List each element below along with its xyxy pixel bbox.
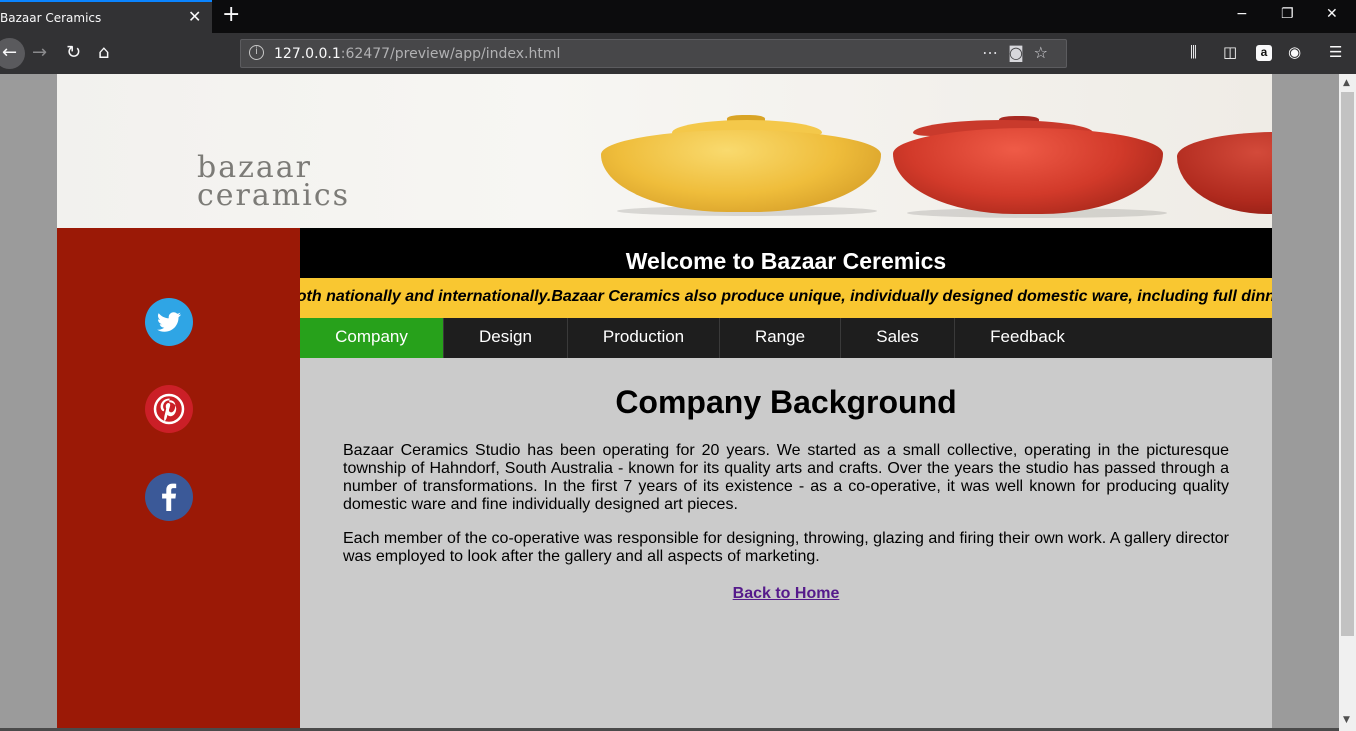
main-menu: Company Design Production Range Sales Fe… (300, 318, 1272, 358)
url-text: 127.0.0.1:62477/preview/app/index.html (274, 46, 561, 62)
vertical-scrollbar[interactable]: ▲ ▼ (1339, 74, 1356, 731)
sidebar-icon[interactable]: ◫ (1223, 43, 1237, 61)
social-sidebar (57, 228, 300, 731)
twitter-icon[interactable] (145, 298, 193, 346)
menu-item-feedback[interactable]: Feedback (955, 318, 1100, 358)
back-icon[interactable]: ← (0, 38, 25, 69)
menu-item-production[interactable]: Production (568, 318, 720, 358)
web-page: bazaar ceramics Welcome to Bazaar Ceremi… (57, 74, 1272, 731)
brand-logo: bazaar ceramics (197, 150, 351, 213)
restore-button[interactable]: ❐ (1281, 6, 1294, 22)
content-paragraph: Bazaar Ceramics Studio has been operatin… (343, 442, 1229, 513)
reload-icon[interactable]: ↻ (66, 42, 81, 64)
main-content: Company Background Bazaar Ceramics Studi… (300, 358, 1272, 731)
menu-item-range[interactable]: Range (720, 318, 841, 358)
facebook-icon[interactable] (145, 473, 193, 521)
window-close-button[interactable]: ✕ (1326, 6, 1338, 22)
menu-item-company[interactable]: Company (300, 318, 444, 358)
new-tab-button[interactable]: + (222, 2, 240, 27)
account-icon[interactable]: ◉ (1288, 43, 1301, 61)
minimize-button[interactable]: − (1236, 6, 1248, 22)
url-bar[interactable]: i 127.0.0.1:62477/preview/app/index.html… (240, 39, 1067, 68)
menu-item-design[interactable]: Design (444, 318, 568, 358)
amazon-icon[interactable]: a (1256, 45, 1272, 61)
marquee-text: both nationally and internationally.Baza… (300, 288, 1272, 305)
back-to-home-link[interactable]: Back to Home (300, 585, 1272, 603)
menu-icon[interactable]: ☰ (1329, 43, 1342, 61)
menu-item-sales[interactable]: Sales (841, 318, 955, 358)
browser-tab[interactable]: Bazaar Ceramics ✕ (0, 0, 212, 33)
bookmark-star-icon[interactable]: ☆ (1034, 43, 1058, 62)
library-icon[interactable]: ⫼ (1190, 43, 1197, 61)
scrollbar-thumb[interactable] (1341, 92, 1354, 636)
tab-title: Bazaar Ceramics (0, 11, 102, 25)
browser-tab-bar: Bazaar Ceramics ✕ + − ❐ ✕ (0, 0, 1356, 33)
welcome-heading: Welcome to Bazaar Ceremics (300, 228, 1272, 278)
page-actions-icon[interactable]: ⋯ (982, 43, 1008, 62)
scroll-down-icon[interactable]: ▼ (1343, 715, 1350, 725)
pocket-icon[interactable]: ◙ (1008, 43, 1034, 62)
page-title: Company Background (615, 384, 957, 420)
tab-close-icon[interactable]: ✕ (188, 7, 201, 26)
home-icon[interactable]: ⌂ (98, 42, 109, 64)
forward-icon[interactable]: → (32, 42, 47, 64)
info-icon[interactable]: i (249, 45, 264, 60)
scroll-up-icon[interactable]: ▲ (1343, 78, 1350, 88)
content-paragraph: Each member of the co-operative was resp… (343, 530, 1229, 565)
news-marquee: both nationally and internationally.Baza… (300, 278, 1272, 318)
pinterest-icon[interactable] (145, 385, 193, 433)
url-actions: ⋯◙☆ (982, 43, 1058, 62)
banner: bazaar ceramics (57, 74, 1272, 228)
browser-nav-bar: ← → ↻ ⌂ i 127.0.0.1:62477/preview/app/in… (0, 33, 1356, 74)
